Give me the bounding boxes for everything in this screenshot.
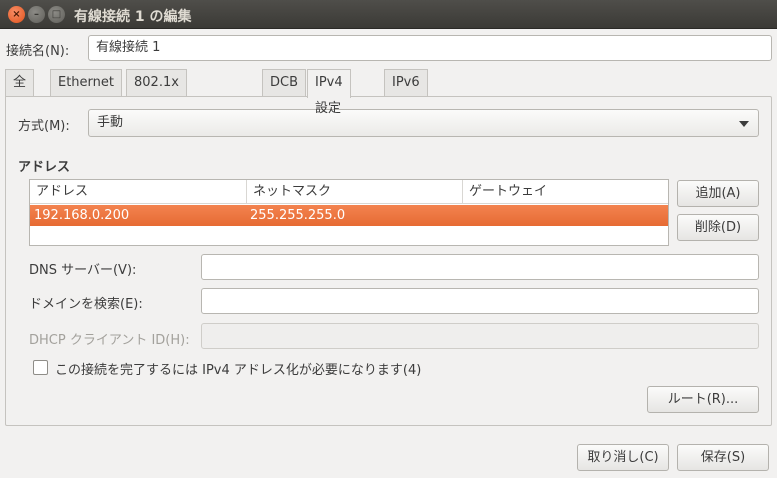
column-header-gateway[interactable]: ゲートウェイ	[462, 180, 668, 204]
tab-general[interactable]: 全般	[5, 69, 35, 116]
tab-dcb[interactable]: DCB	[262, 69, 307, 96]
require-ipv4-checkbox[interactable]	[33, 360, 48, 375]
tab-ipv4-settings[interactable]: IPv4 設定	[307, 69, 351, 116]
close-icon: ×	[12, 9, 21, 20]
tab-ipv6-settings[interactable]: IPv6 設定	[384, 69, 428, 116]
search-domains-label: ドメインを検索(E):	[29, 297, 143, 312]
connection-name-input[interactable]: 有線接続 1	[88, 35, 772, 61]
addresses-table[interactable]: アドレス ネットマスク ゲートウェイ 192.168.0.200 255.255…	[29, 179, 669, 246]
dhcp-client-id-input	[201, 323, 759, 349]
column-header-netmask[interactable]: ネットマスク	[246, 180, 462, 204]
window-title: 有線接続 1 の編集	[74, 9, 192, 25]
method-value: 手動	[97, 115, 124, 130]
maximize-icon: □	[51, 9, 62, 20]
addresses-section-title: アドレス	[18, 160, 71, 175]
method-label: 方式(M):	[18, 119, 70, 134]
title-bar: × – □ 有線接続 1 の編集	[0, 0, 777, 29]
close-window-button[interactable]: ×	[8, 6, 25, 23]
dns-servers-input[interactable]	[201, 254, 759, 280]
dropdown-arrow-icon	[739, 121, 749, 127]
method-select[interactable]: 手動	[88, 109, 759, 137]
search-domains-input[interactable]	[201, 288, 759, 314]
minimize-window-button[interactable]: –	[28, 6, 45, 23]
tab-8021x-security[interactable]: 802.1x セキュリティ	[126, 69, 187, 142]
require-ipv4-label[interactable]: この接続を完了するには IPv4 アドレス化が必要になります(4)	[55, 359, 421, 378]
table-header: アドレス ネットマスク ゲートウェイ	[30, 180, 668, 204]
address-cell[interactable]: 192.168.0.200	[30, 205, 246, 226]
add-address-button[interactable]: 追加(A)	[677, 180, 759, 207]
gateway-cell[interactable]	[462, 205, 668, 226]
netmask-cell[interactable]: 255.255.255.0	[246, 205, 462, 226]
maximize-window-button[interactable]: □	[48, 6, 65, 23]
table-row[interactable]: 192.168.0.200 255.255.255.0	[30, 205, 668, 226]
connection-name-label: 接続名(N):	[6, 44, 70, 59]
cancel-button[interactable]: 取り消し(C)	[577, 444, 669, 471]
tab-ethernet[interactable]: Ethernet	[50, 69, 122, 96]
routes-button[interactable]: ルート(R)...	[647, 386, 759, 413]
column-header-address[interactable]: アドレス	[30, 180, 246, 204]
dns-servers-label: DNS サーバー(V):	[29, 263, 137, 278]
save-button[interactable]: 保存(S)	[677, 444, 769, 471]
dhcp-client-id-label: DHCP クライアント ID(H):	[29, 333, 190, 348]
delete-address-button[interactable]: 削除(D)	[677, 214, 759, 241]
minimize-icon: –	[34, 9, 39, 20]
